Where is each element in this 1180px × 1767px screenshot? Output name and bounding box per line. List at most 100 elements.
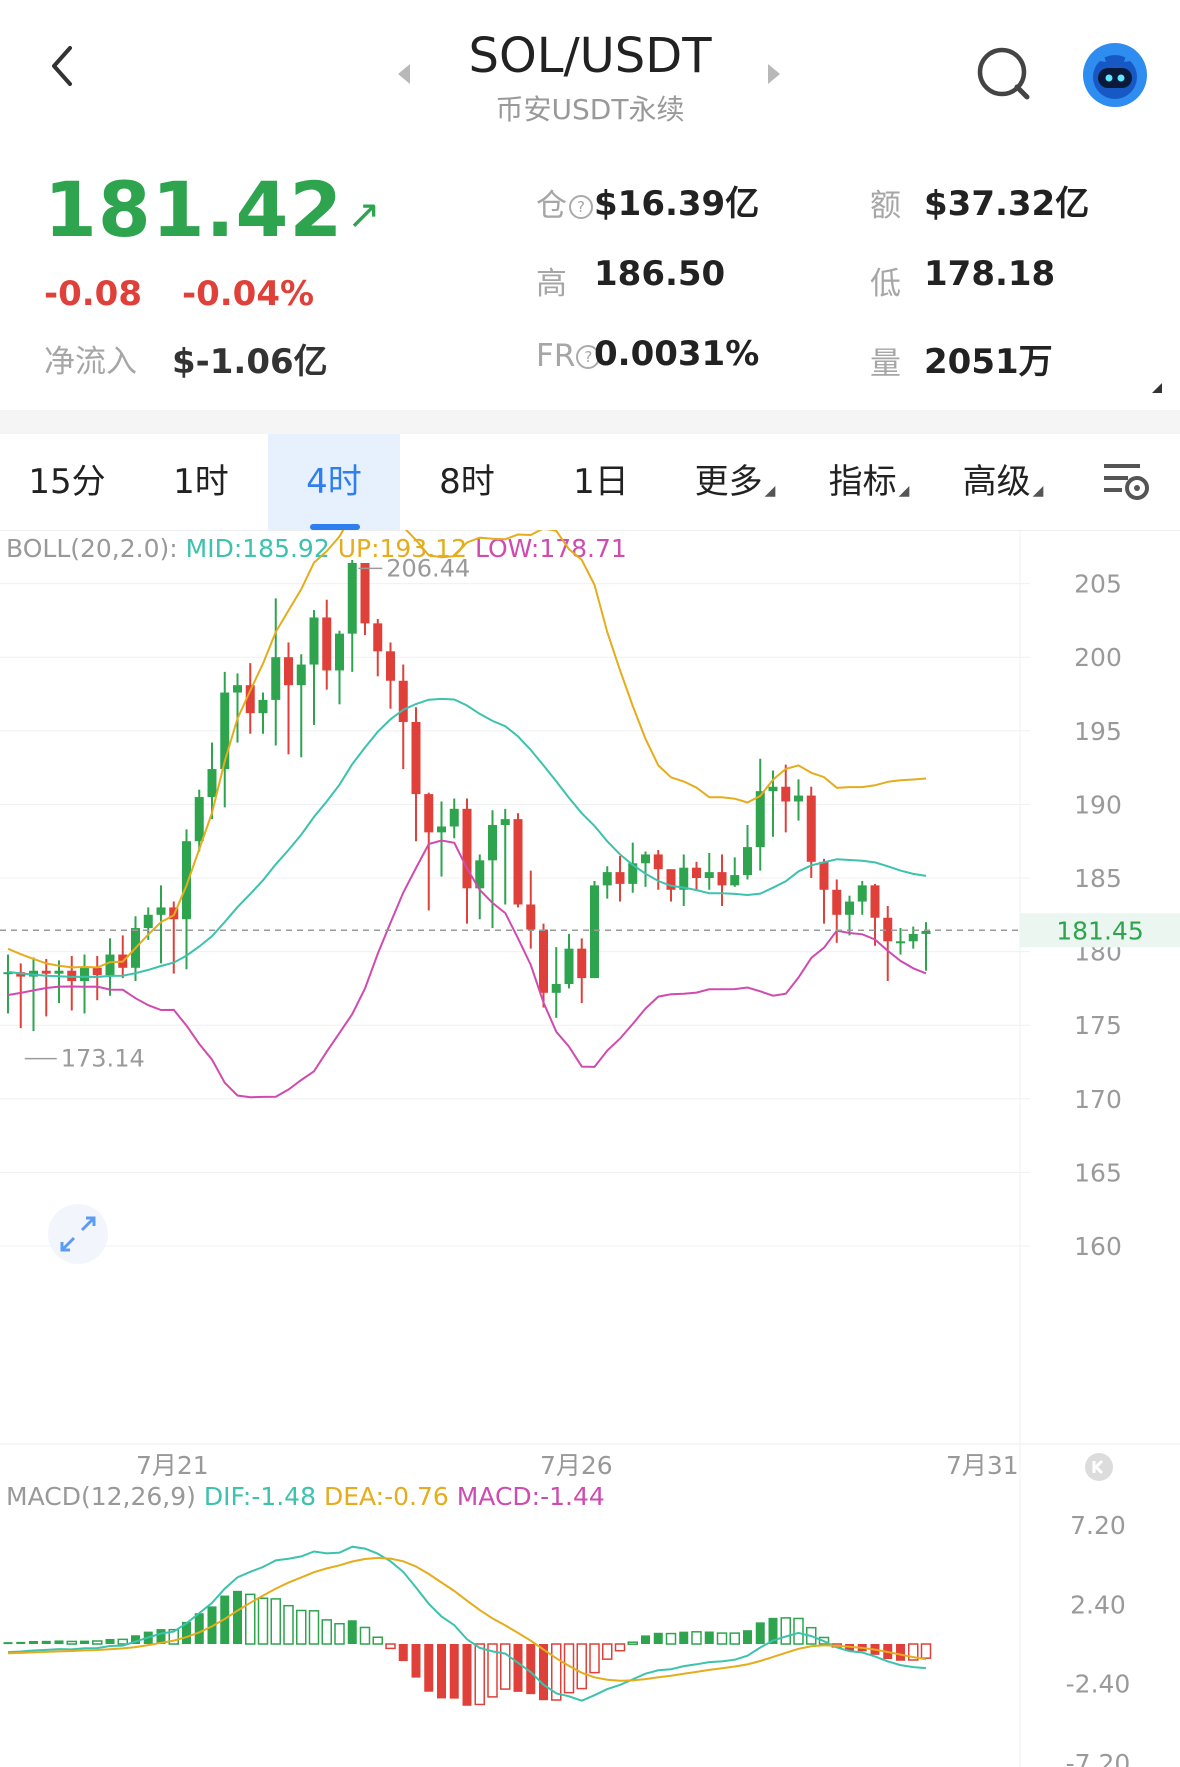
candle	[309, 617, 319, 665]
macd-bar	[793, 1617, 804, 1645]
candle	[564, 948, 574, 984]
candle	[641, 854, 650, 864]
chart-settings-icon[interactable]	[1100, 460, 1150, 504]
macd-bar	[780, 1617, 791, 1645]
candle	[92, 967, 102, 976]
macd-bar	[437, 1644, 446, 1699]
macd-bar	[257, 1597, 269, 1645]
candle	[271, 657, 281, 700]
macd-bar	[679, 1631, 689, 1644]
price-change-pct: -0.04%	[182, 274, 315, 314]
candle	[386, 651, 395, 681]
macd-y-tick: -2.40	[1066, 1670, 1131, 1699]
candle	[105, 954, 115, 976]
tab-15m[interactable]: 15分	[0, 434, 134, 530]
turnover-label: 额	[870, 188, 901, 224]
macd-bar	[41, 1640, 51, 1644]
section-divider	[0, 410, 1180, 434]
dropdown-icon: ◢	[898, 483, 910, 499]
macd-chart[interactable]: 7.20 2.40 -2.40 -7.20	[0, 1478, 1180, 1767]
candlestick-chart[interactable]: 205200195190185175170165160180181.45206.…	[0, 530, 1180, 1478]
candle	[717, 872, 727, 886]
y-tick-label: 195	[1074, 717, 1122, 746]
candle	[322, 617, 332, 671]
robot-avatar-icon[interactable]	[1082, 42, 1148, 108]
high-value: 186.50	[594, 254, 726, 294]
candle	[462, 808, 472, 889]
macd-y-tick: 7.20	[1070, 1511, 1126, 1540]
macd-bar	[474, 1643, 485, 1706]
x-label-jul26: 7月26	[540, 1451, 613, 1480]
fullscreen-icon-bg	[48, 1204, 108, 1264]
tab-1d[interactable]: 1日	[534, 434, 668, 530]
tab-1h[interactable]: 1时	[134, 434, 268, 530]
candle	[360, 562, 370, 624]
macd-bar	[755, 1622, 765, 1644]
macd-bar	[283, 1604, 294, 1645]
price-value: 181.42	[44, 165, 344, 254]
x-label-jul31: 7月31	[946, 1451, 1019, 1480]
candle	[551, 983, 561, 993]
candle	[845, 901, 854, 915]
candle	[284, 657, 293, 686]
next-pair-icon[interactable]	[764, 62, 782, 86]
y-tick-label: 165	[1074, 1158, 1122, 1187]
candle	[373, 623, 383, 652]
tab-more[interactable]: 更多 ◢	[668, 434, 802, 530]
macd-bar	[233, 1590, 242, 1644]
y-tick-label: 205	[1074, 570, 1122, 599]
candle	[80, 967, 89, 982]
macd-bar	[372, 1636, 383, 1645]
candle	[794, 795, 803, 802]
tab-8h[interactable]: 8时	[400, 434, 534, 530]
tab-4h[interactable]: 4时	[268, 434, 400, 530]
candle	[896, 941, 905, 944]
macd-bar	[66, 1640, 77, 1645]
help-icon[interactable]: ?	[569, 195, 593, 219]
candle	[755, 791, 765, 848]
search-icon[interactable]	[976, 46, 1032, 102]
interval-tabs: 15分 1时 4时 8时 1日 更多 ◢ 指标 ◢ 高级 ◢	[0, 434, 1180, 531]
open-interest-value: $16.39亿	[594, 184, 760, 224]
candle	[653, 854, 663, 870]
candle	[194, 797, 204, 842]
candle	[296, 664, 306, 686]
x-label-jul21: 7月21	[136, 1451, 209, 1480]
candle	[513, 819, 523, 905]
y-tick-label: 175	[1074, 1011, 1122, 1040]
macd-bar	[424, 1644, 434, 1692]
y-tick-label: 200	[1074, 643, 1122, 672]
macd-bar	[321, 1619, 332, 1645]
candle	[143, 914, 153, 929]
candle	[577, 948, 587, 979]
fullscreen-icon[interactable]	[48, 1204, 108, 1264]
macd-bar	[729, 1632, 740, 1645]
candle	[806, 795, 816, 862]
low-label: 低	[870, 266, 901, 302]
macd-bar	[449, 1644, 459, 1699]
netflow-value: $-1.06亿	[172, 342, 328, 382]
candle	[220, 692, 230, 770]
candle	[781, 786, 791, 802]
current-price-label: 181.45	[1056, 916, 1143, 945]
candle	[819, 861, 829, 890]
macd-y-tick: -7.20	[1066, 1749, 1131, 1767]
macd-bar	[641, 1635, 650, 1644]
macd-bar	[602, 1643, 613, 1660]
candle	[704, 872, 714, 878]
macd-bar	[627, 1641, 638, 1645]
candle	[207, 769, 217, 798]
candle	[602, 872, 612, 886]
tab-advanced[interactable]: 高级 ◢	[936, 434, 1070, 530]
macd-bar	[665, 1632, 677, 1645]
macd-bar	[92, 1640, 103, 1645]
max-price-label: 206.44	[386, 554, 470, 582]
tab-indicators[interactable]: 指标 ◢	[802, 434, 936, 530]
macd-bar	[105, 1638, 115, 1644]
macd-bar	[896, 1644, 905, 1661]
macd-bar	[270, 1598, 281, 1645]
last-price: 181.42 ↗	[44, 165, 382, 254]
macd-bar	[716, 1632, 728, 1645]
expand-stats-icon[interactable]	[1150, 380, 1164, 394]
macd-bar	[743, 1630, 752, 1644]
